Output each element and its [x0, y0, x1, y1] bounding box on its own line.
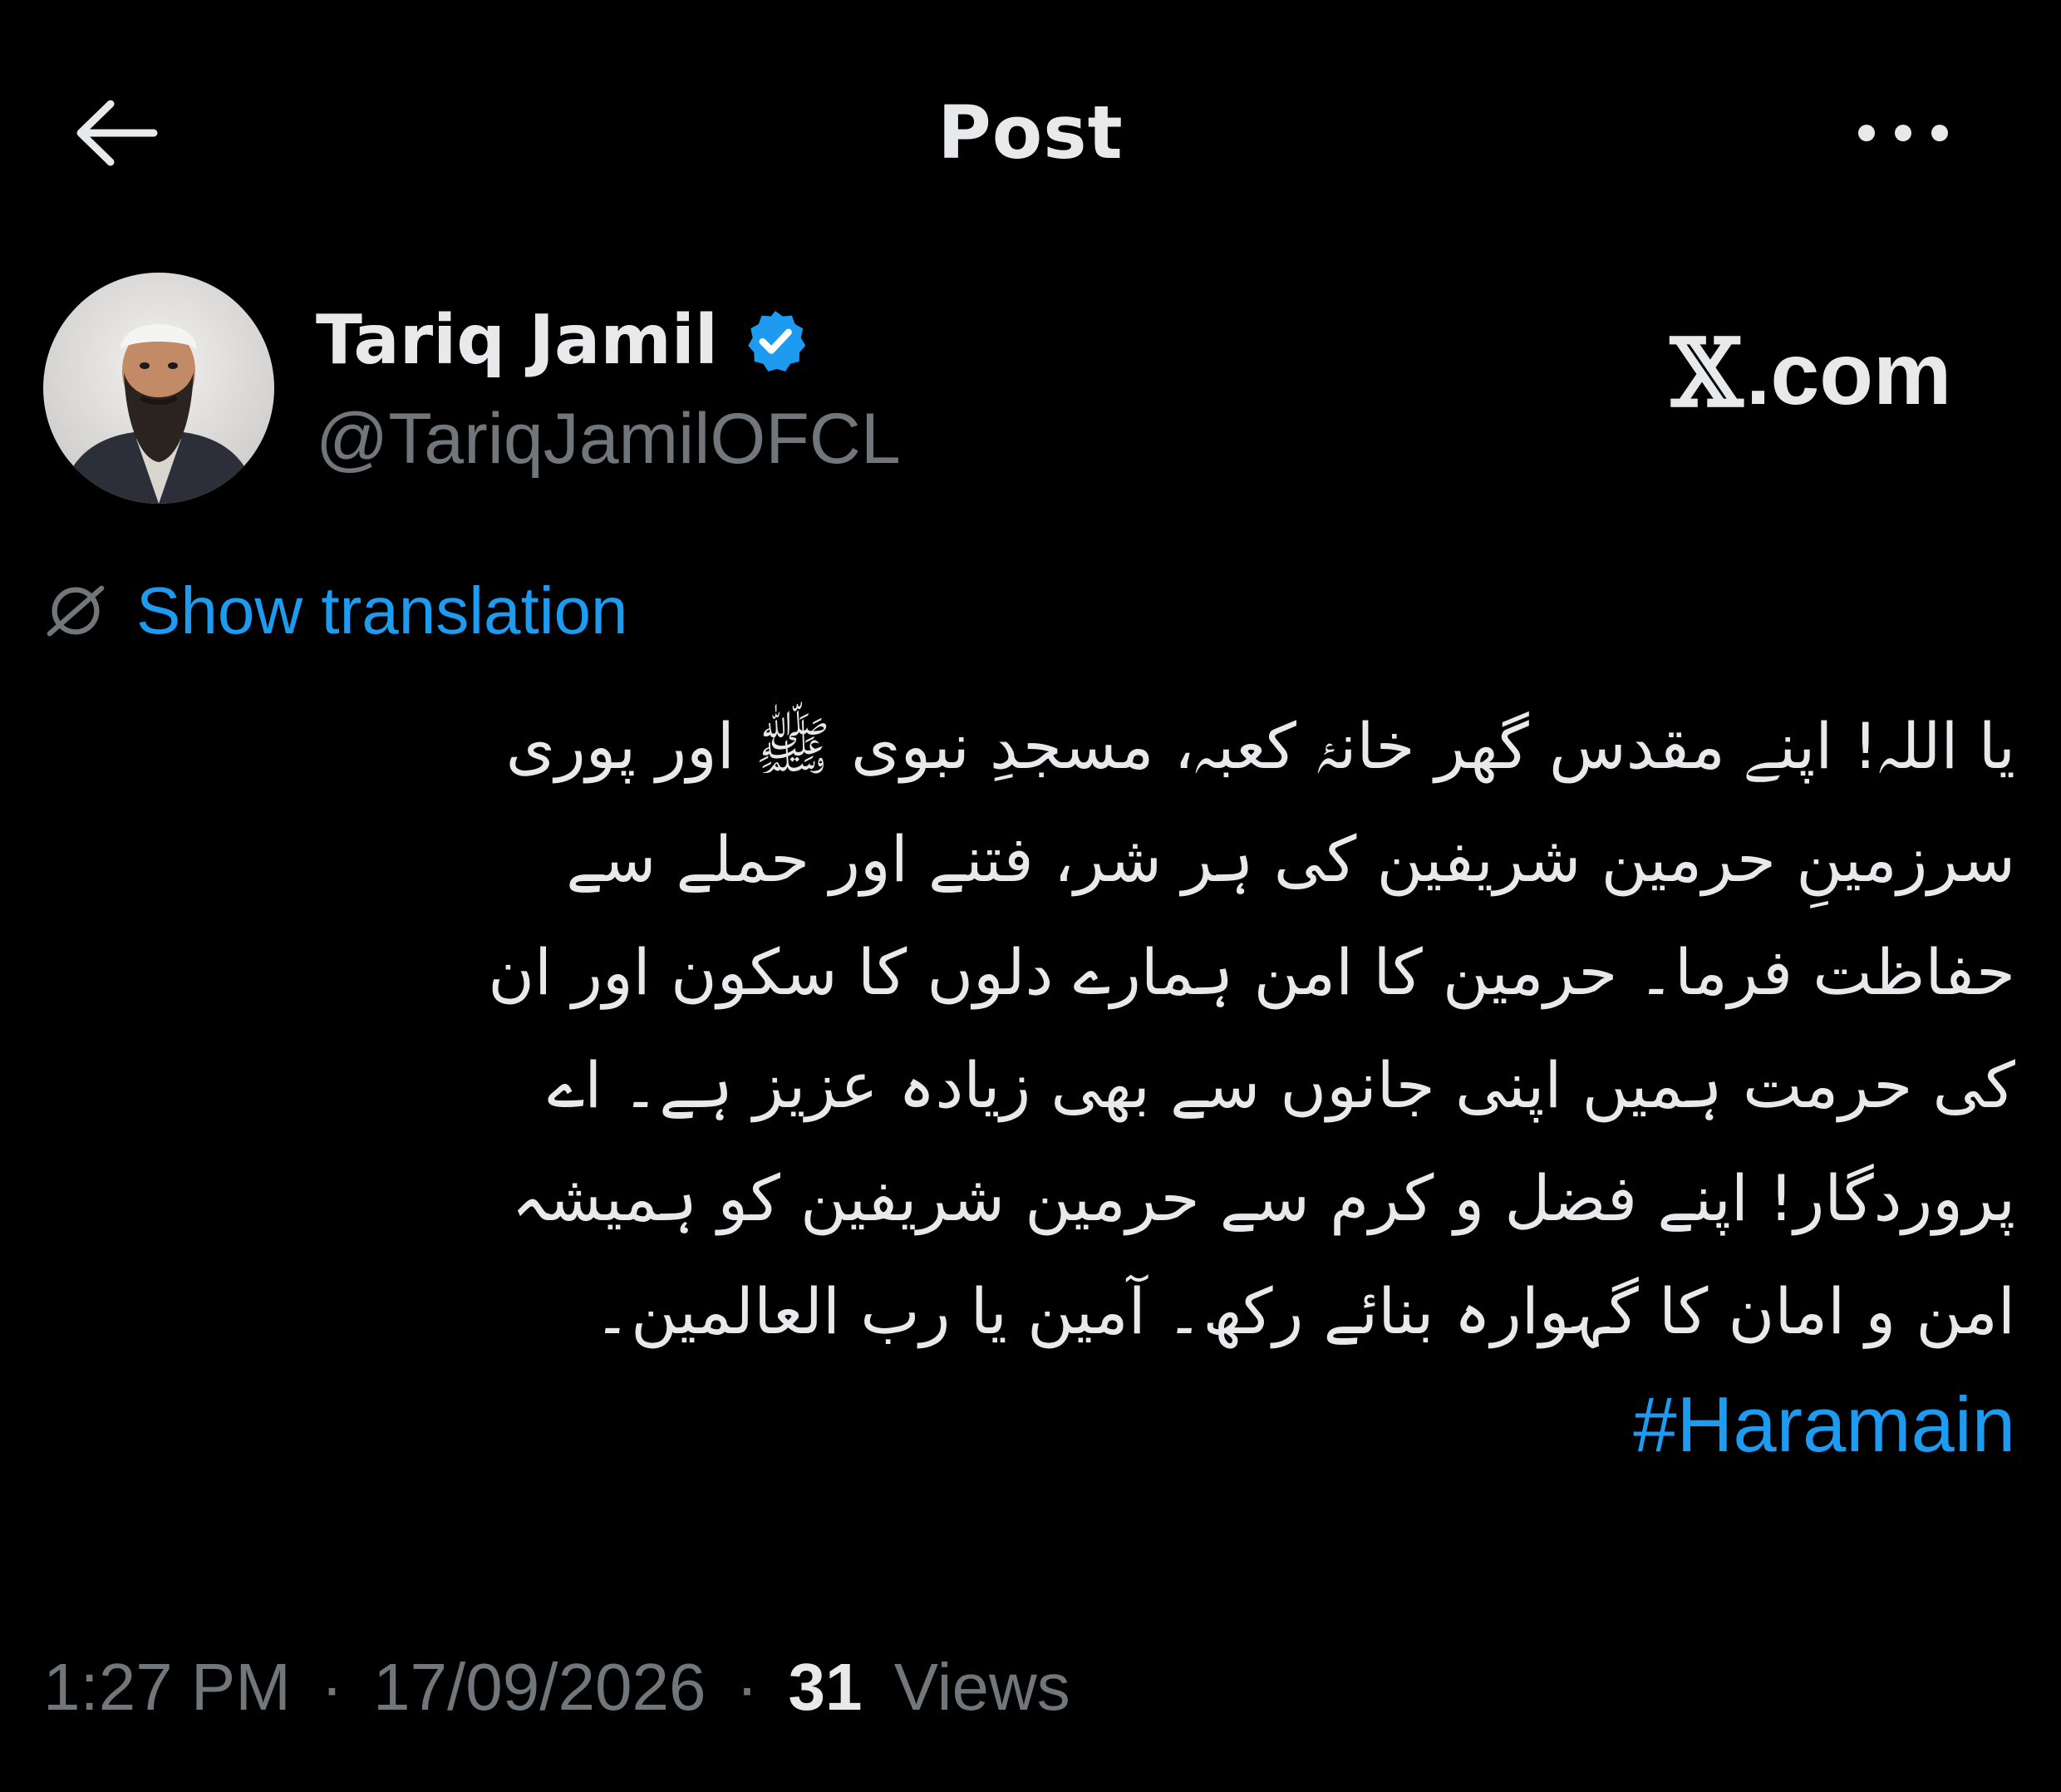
- post-text-line: حفاظت فرما۔ حرمین کا امن ہمارے دلوں کا س…: [488, 935, 2015, 1009]
- more-horizontal-icon: [1858, 125, 1948, 141]
- post-time[interactable]: 1:27 PM: [43, 1650, 291, 1724]
- views-count[interactable]: 31: [789, 1650, 863, 1724]
- author-handle[interactable]: @TariqJamilOFCL: [316, 397, 901, 480]
- top-bar: Post: [0, 0, 2061, 266]
- show-translation-label: Show translation: [136, 574, 628, 647]
- meta-separator: ·: [735, 1650, 759, 1724]
- post-text-line: پروردگار! اپنے فضل و کرم سے حرمین شریفین…: [511, 1161, 2015, 1235]
- x-logo-glyph: 𝕏: [1670, 319, 1743, 428]
- post-date[interactable]: 17/09/2026: [373, 1650, 706, 1724]
- author-name[interactable]: Tariq Jamil: [316, 299, 809, 382]
- post-text: یا اللہ! اپنے مقدس گھر خانۂ کعبہ، مسجدِ …: [33, 690, 2015, 1481]
- show-translation-button[interactable]: Show translation: [43, 569, 627, 652]
- verified-badge-icon: [748, 311, 806, 372]
- hashtag-link[interactable]: #Haramain: [33, 1368, 2015, 1481]
- post-text-line: کی حرمت ہمیں اپنی جانوں سے بھی زیادہ عزی…: [547, 1048, 2015, 1122]
- avatar[interactable]: [43, 273, 274, 504]
- meta-separator: ·: [321, 1650, 343, 1724]
- post-text-line: یا اللہ! اپنے مقدس گھر خانۂ کعبہ، مسجدِ …: [505, 709, 2015, 783]
- post-text-line: سرزمینِ حرمین شریفین کی ہر شر، فتنے اور …: [566, 822, 2015, 896]
- views-label[interactable]: Views: [894, 1650, 1070, 1724]
- brand-domain: .com: [1745, 325, 1952, 423]
- post-meta: 1:27 PM · 17/09/2026 · 31 Views: [43, 1642, 1070, 1733]
- author-name-text: Tariq Jamil: [316, 301, 718, 380]
- x-brand-watermark: 𝕏 .com: [1670, 324, 1951, 424]
- more-options-button[interactable]: [1841, 83, 1965, 183]
- page-title: Post: [937, 90, 1124, 175]
- translate-globe-icon: [47, 585, 105, 637]
- post-text-line: امن و امان کا گہوارہ بنائے رکھ۔ آمین یا …: [593, 1274, 2015, 1348]
